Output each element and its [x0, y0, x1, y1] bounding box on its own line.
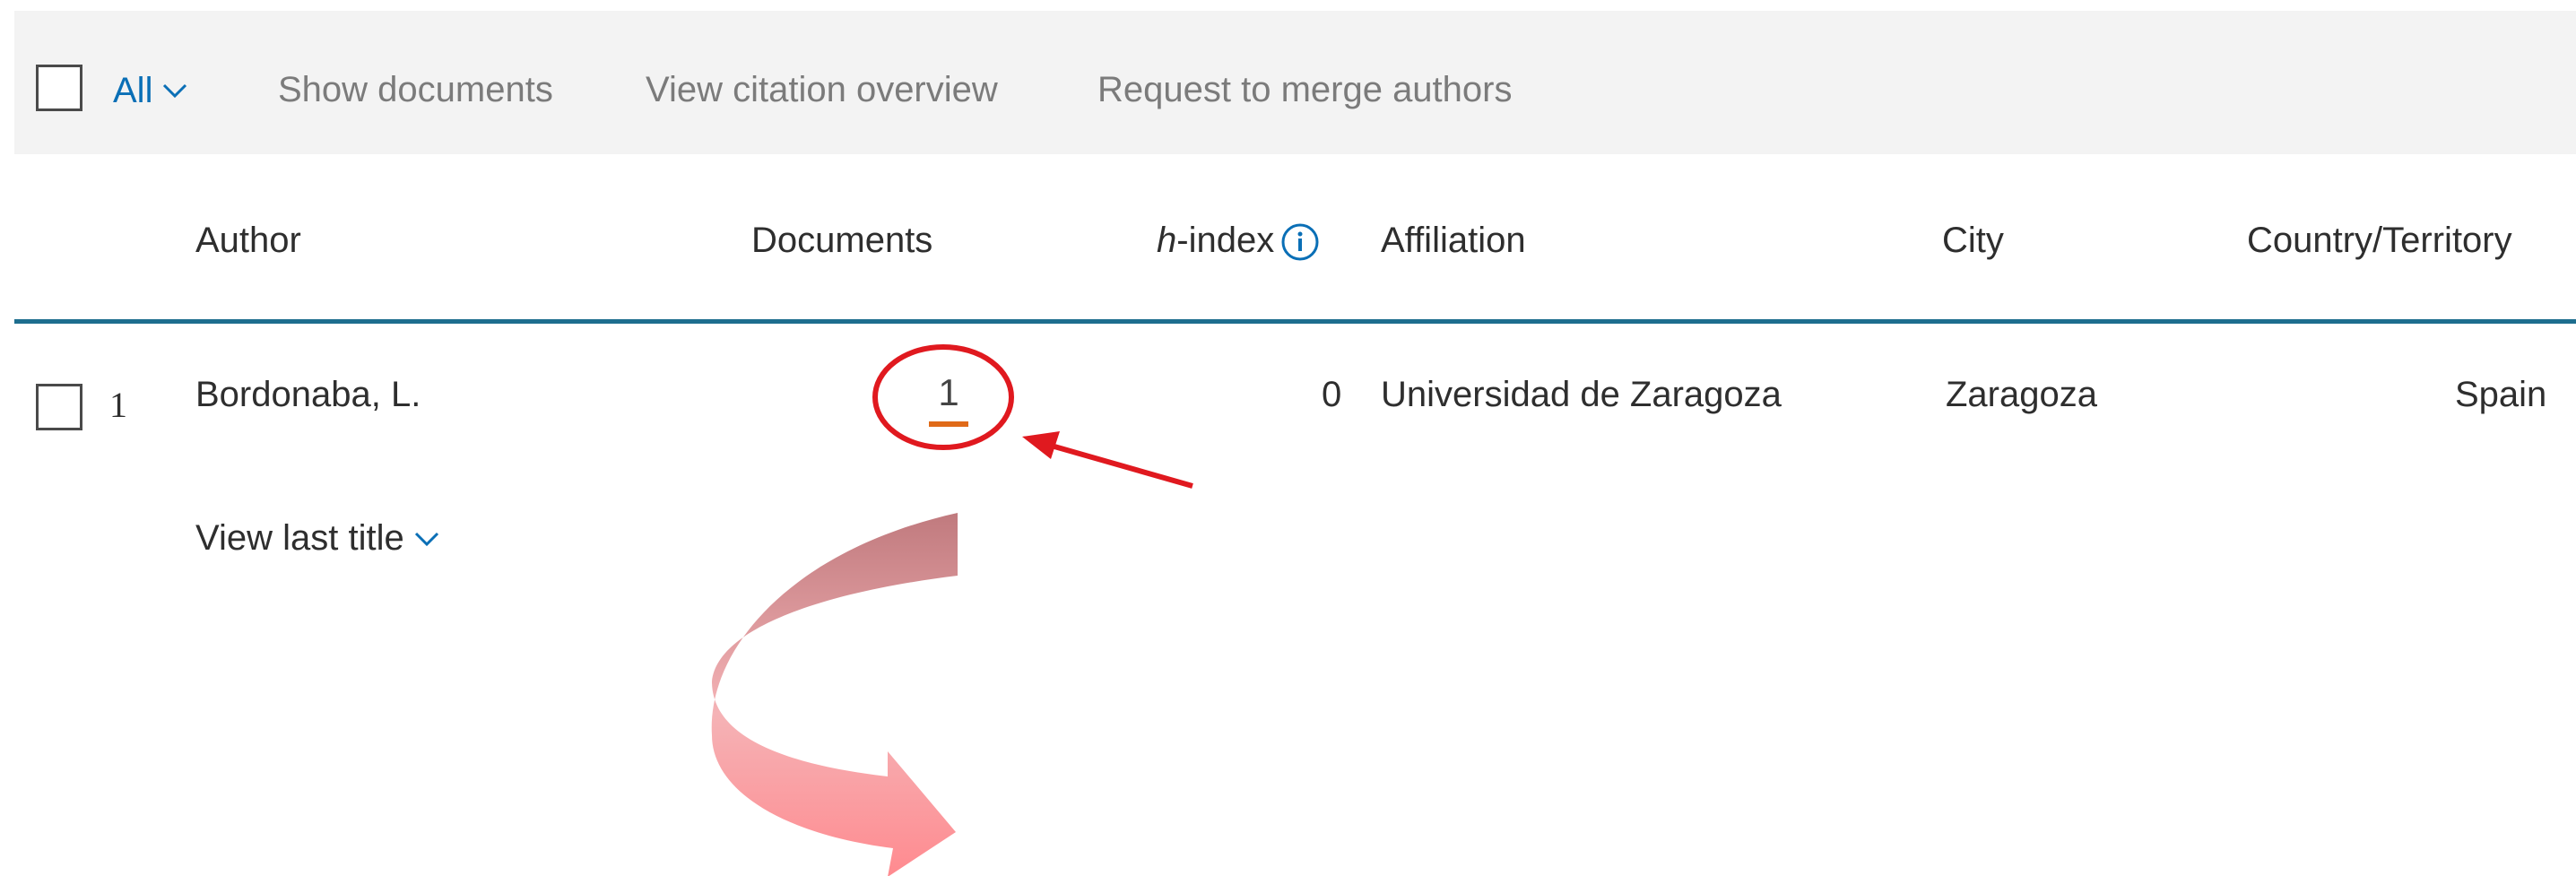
- view-last-title-label: View last title: [195, 518, 404, 558]
- view-citation-overview-button[interactable]: View citation overview: [646, 70, 998, 110]
- header-divider: [14, 319, 2576, 324]
- select-all-label: All: [113, 70, 153, 110]
- chevron-down-icon: [163, 83, 187, 99]
- header-documents[interactable]: Documents: [751, 221, 932, 261]
- header-h-index[interactable]: h-index: [1157, 221, 1321, 263]
- results-toolbar: All Show documents View citation overvie…: [14, 11, 2576, 154]
- country-value: Spain: [2455, 375, 2547, 414]
- header-h-index-h: h: [1157, 221, 1177, 260]
- view-last-title-toggle[interactable]: View last title: [195, 518, 440, 559]
- select-all-checkbox[interactable]: [36, 65, 82, 111]
- pointer-arrow: [1022, 431, 1193, 489]
- chevron-down-icon: [414, 532, 438, 546]
- info-icon[interactable]: [1279, 221, 1321, 263]
- request-merge-authors-button[interactable]: Request to merge authors: [1097, 70, 1512, 110]
- show-documents-button[interactable]: Show documents: [278, 70, 553, 110]
- city-value: Zaragoza: [1946, 375, 2097, 414]
- author-name-link[interactable]: Bordonaba, L.: [195, 375, 421, 415]
- row-checkbox[interactable]: [36, 384, 82, 430]
- curved-arrow: [711, 513, 958, 876]
- documents-link-underline: [929, 421, 968, 427]
- affiliation-link[interactable]: Universidad de Zaragoza: [1381, 375, 1782, 415]
- header-country[interactable]: Country/Territory: [2247, 221, 2512, 261]
- h-index-value: 0: [1322, 375, 1342, 414]
- header-city[interactable]: City: [1942, 221, 2004, 261]
- header-author[interactable]: Author: [195, 221, 301, 261]
- row-number: 1: [109, 385, 127, 425]
- documents-count-link[interactable]: 1: [931, 371, 967, 414]
- select-all-dropdown[interactable]: All: [113, 68, 188, 113]
- header-affiliation[interactable]: Affiliation: [1381, 221, 1526, 261]
- header-h-index-suffix: -index: [1176, 221, 1275, 260]
